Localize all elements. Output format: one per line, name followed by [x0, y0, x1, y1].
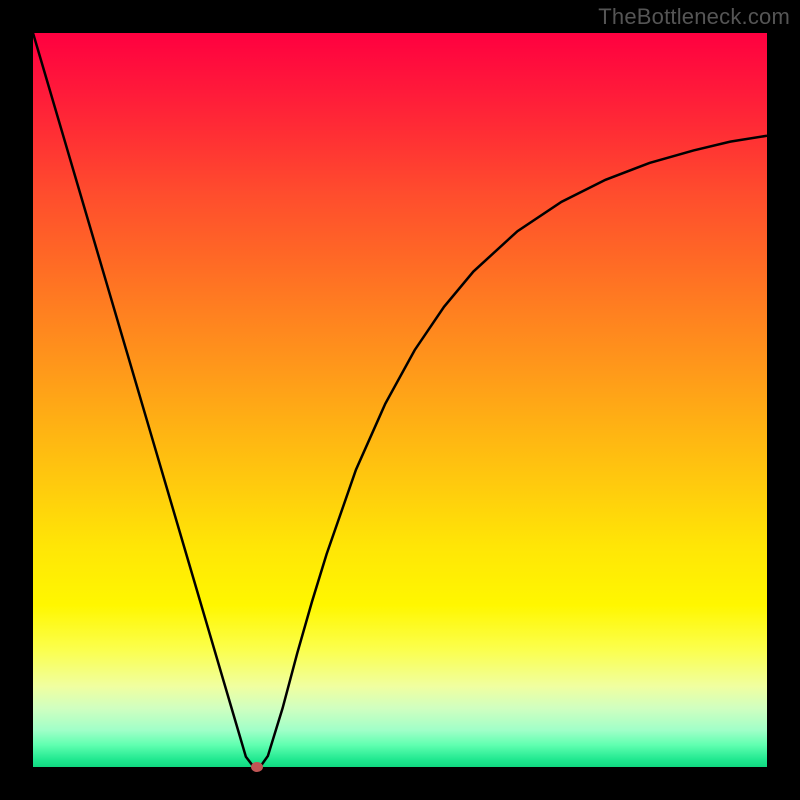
data-curve	[33, 33, 767, 766]
chart-container: TheBottleneck.com	[0, 0, 800, 800]
watermark-text: TheBottleneck.com	[598, 4, 790, 30]
curve-plot	[33, 33, 767, 767]
optimal-point-marker	[251, 762, 263, 772]
